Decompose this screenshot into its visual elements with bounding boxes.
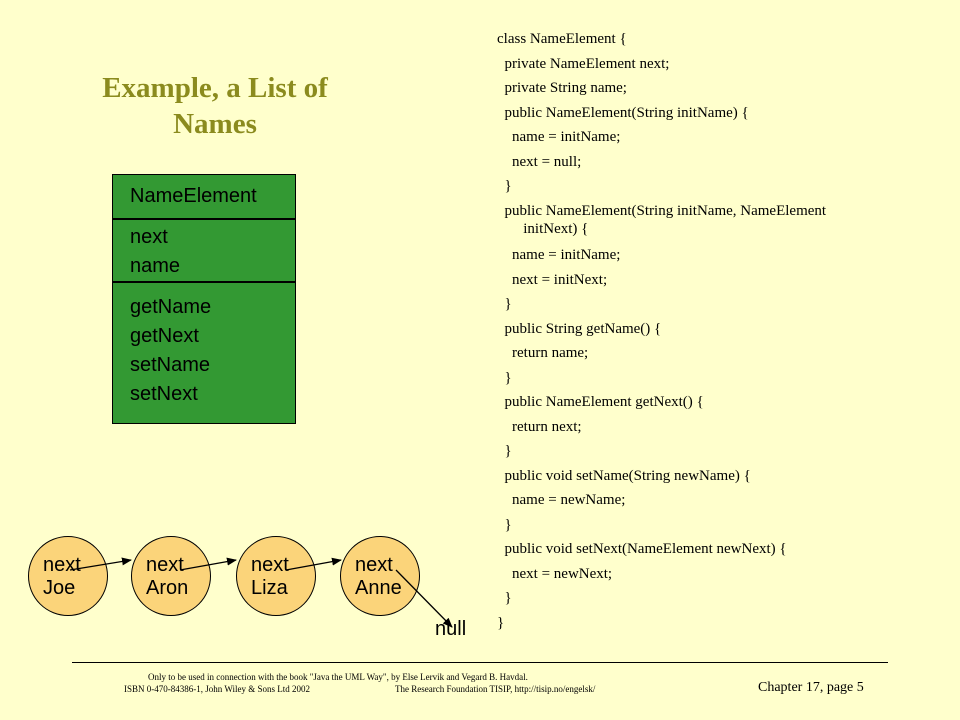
pointer-arrow-liza-to-anne xyxy=(285,557,342,571)
footer-line-1: Only to be used in connection with the b… xyxy=(148,672,528,682)
null-label: null xyxy=(435,618,467,640)
pointer-arrow-aron-to-liza xyxy=(179,557,237,571)
pointer-arrow-joe-to-aron xyxy=(69,557,132,571)
footer-isbn: ISBN 0-470-84386-1, John Wiley & Sons Lt… xyxy=(124,684,310,694)
footer-divider xyxy=(72,662,888,663)
chapter-page-label: Chapter 17, page 5 xyxy=(758,680,864,695)
footer-publisher: The Research Foundation TISIP, http://ti… xyxy=(395,684,596,694)
pointer-arrows xyxy=(69,557,453,628)
